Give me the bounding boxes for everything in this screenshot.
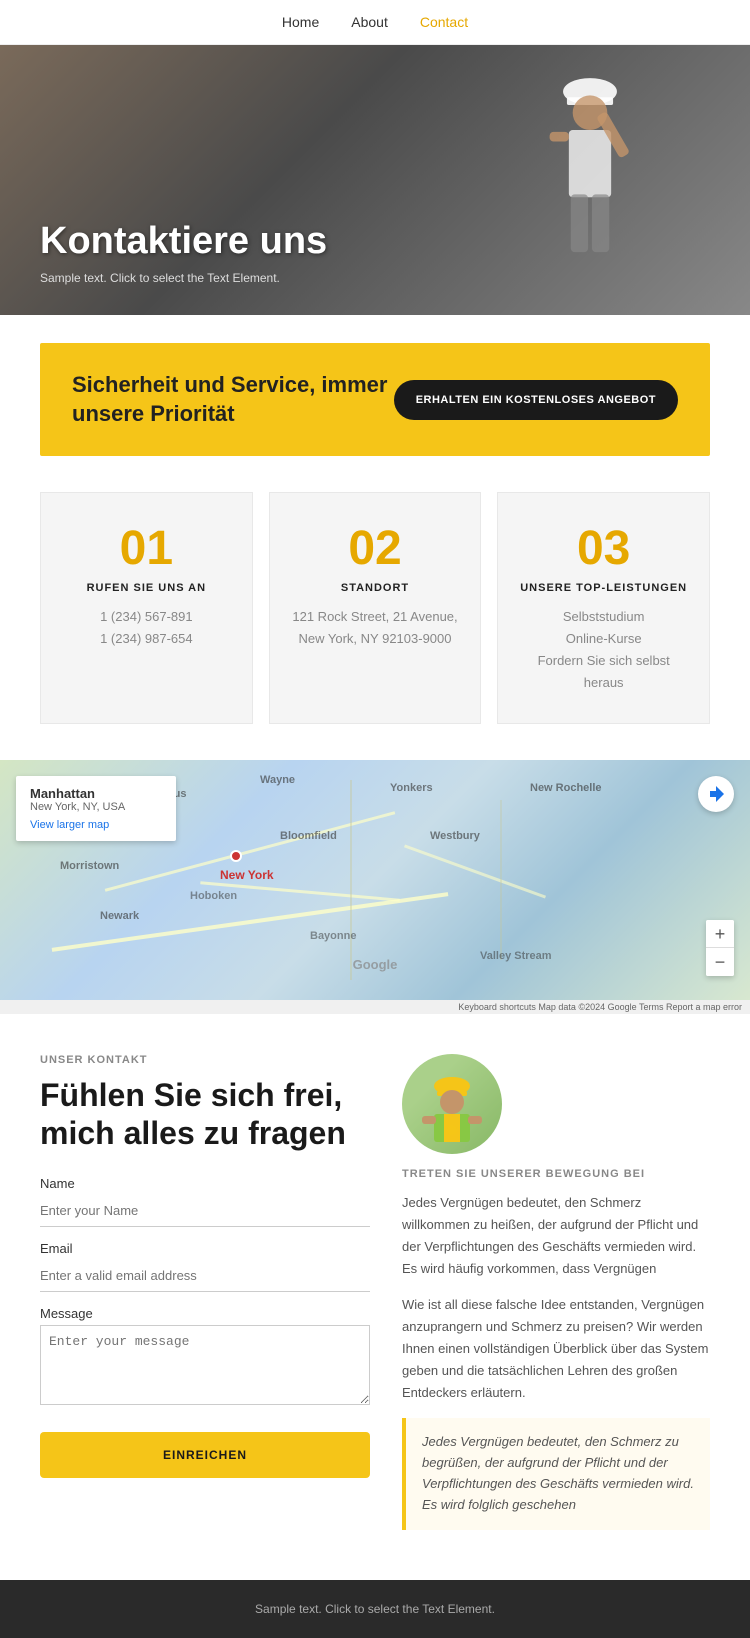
submit-button[interactable]: EINREICHEN — [40, 1432, 370, 1478]
hero-title: Kontaktiere uns — [40, 221, 327, 263]
map-zoom-in[interactable]: + — [706, 920, 734, 948]
form-name-input[interactable] — [40, 1195, 370, 1227]
form-message-textarea[interactable] — [40, 1325, 370, 1405]
form-message-group: Message — [40, 1306, 370, 1410]
form-email-group: Email — [40, 1241, 370, 1292]
map-location-sub: New York, NY, USA — [30, 801, 162, 813]
yellow-banner: Sicherheit und Service, immer unsere Pri… — [40, 343, 710, 456]
card-number-1: 01 — [61, 521, 232, 576]
nav-home[interactable]: Home — [282, 14, 319, 30]
nav-contact[interactable]: Contact — [420, 14, 468, 30]
info-card-location: 02 STANDORT 121 Rock Street, 21 Avenue, … — [269, 492, 482, 723]
free-quote-button[interactable]: ERHALTEN EIN KOSTENLOSES ANGEBOT — [394, 380, 678, 420]
contact-heading: Fühlen Sie sich frei, mich alles zu frag… — [40, 1076, 370, 1153]
info-cards-section: 01 RUFEN SIE UNS AN 1 (234) 567-891 1 (2… — [40, 492, 710, 723]
contact-info-col: TRETEN SIE UNSERER BEWEGUNG BEI Jedes Ve… — [402, 1054, 710, 1530]
hero-section: Kontaktiere uns Sample text. Click to se… — [0, 45, 750, 315]
quote-block: Jedes Vergnügen bedeutet, den Schmerz zu… — [402, 1418, 710, 1529]
card-number-2: 02 — [290, 521, 461, 576]
map-footer: Keyboard shortcuts Map data ©2024 Google… — [0, 1000, 750, 1014]
right-para-2: Wie ist all diese falsche Idee entstande… — [402, 1294, 710, 1404]
hero-subtitle: Sample text. Click to select the Text El… — [40, 271, 327, 285]
map-directions-button[interactable] — [698, 776, 734, 812]
footer: Sample text. Click to select the Text El… — [0, 1580, 750, 1638]
right-para-1: Jedes Vergnügen bedeutet, den Schmerz wi… — [402, 1192, 710, 1280]
form-message-label: Message — [40, 1306, 370, 1321]
card-title-3: UNSERE TOP-LEISTUNGEN — [518, 582, 689, 594]
contact-section-label: UNSER KONTAKT — [40, 1054, 370, 1066]
map-info-card: Manhattan New York, NY, USA View larger … — [16, 776, 176, 841]
contact-form-col: UNSER KONTAKT Fühlen Sie sich frei, mich… — [40, 1054, 370, 1530]
navigation: Home About Contact — [0, 0, 750, 45]
hero-worker-figure — [510, 55, 670, 305]
form-name-label: Name — [40, 1176, 370, 1191]
form-name-group: Name — [40, 1176, 370, 1227]
worker-avatar — [402, 1054, 502, 1154]
join-label: TRETEN SIE UNSERER BEWEGUNG BEI — [402, 1168, 710, 1180]
card-number-3: 03 — [518, 521, 689, 576]
card-body-1: 1 (234) 567-891 1 (234) 987-654 — [61, 606, 232, 650]
banner-text: Sicherheit und Service, immer unsere Pri… — [72, 371, 394, 428]
map-location-title: Manhattan — [30, 786, 162, 801]
map-larger-link[interactable]: View larger map — [30, 819, 162, 831]
form-email-label: Email — [40, 1241, 370, 1256]
map-section: Paramus Wayne Yonkers New Rochelle Hacke… — [0, 760, 750, 1014]
map-zoom-controls: + − — [706, 920, 734, 976]
info-card-phone: 01 RUFEN SIE UNS AN 1 (234) 567-891 1 (2… — [40, 492, 253, 723]
card-body-2: 121 Rock Street, 21 Avenue, New York, NY… — [290, 606, 461, 650]
map-container[interactable]: Paramus Wayne Yonkers New Rochelle Hacke… — [0, 760, 750, 1000]
nav-about[interactable]: About — [351, 14, 388, 30]
footer-text: Sample text. Click to select the Text El… — [255, 1602, 495, 1616]
card-title-1: RUFEN SIE UNS AN — [61, 582, 232, 594]
info-card-services: 03 UNSERE TOP-LEISTUNGEN Selbststudium O… — [497, 492, 710, 723]
map-zoom-out[interactable]: − — [706, 948, 734, 976]
card-title-2: STANDORT — [290, 582, 461, 594]
card-body-3: Selbststudium Online-Kurse Fordern Sie s… — [518, 606, 689, 694]
form-email-input[interactable] — [40, 1260, 370, 1292]
hero-text-block: Kontaktiere uns Sample text. Click to se… — [40, 221, 327, 285]
contact-section: UNSER KONTAKT Fühlen Sie sich frei, mich… — [40, 1054, 710, 1530]
